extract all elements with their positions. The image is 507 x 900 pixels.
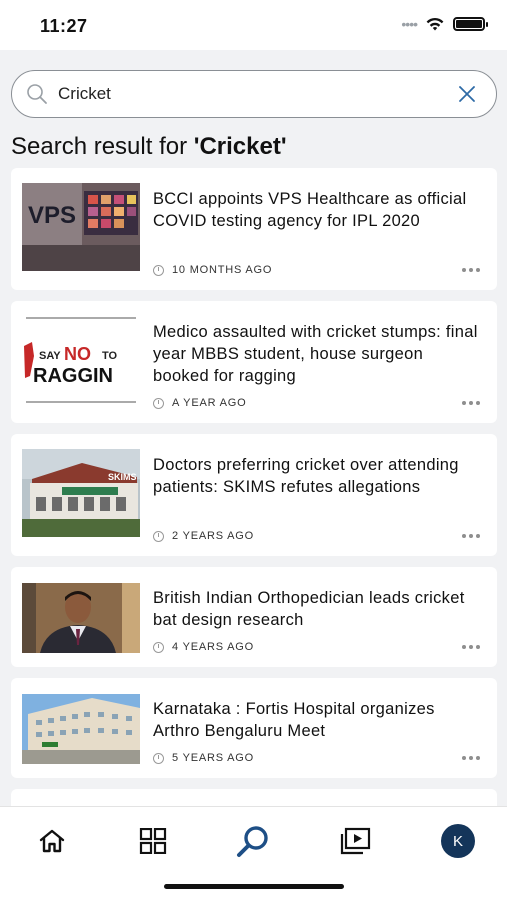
article-thumbnail [22,694,140,764]
clock-icon [153,641,164,653]
results-heading-prefix: Search result for [11,133,194,160]
article-timestamp: 5 YEARS AGO [153,752,254,764]
article-card[interactable]: SKIMS Doctors preferring cricket over at… [11,434,497,556]
more-options-icon[interactable] [462,645,480,649]
article-time-label: 2 YEARS AGO [172,530,254,542]
results-heading: Search result for 'Cricket' [11,133,287,161]
tab-search[interactable] [234,821,274,861]
article-thumbnail [22,583,140,653]
status-time: 11:27 [40,16,88,36]
tab-categories[interactable] [133,821,173,861]
search-bar [11,70,497,118]
article-time-label: 10 MONTHS AGO [172,264,273,276]
clear-search-icon[interactable] [454,81,480,107]
search-icon [237,826,268,857]
home-indicator [164,884,344,889]
battery-icon [453,17,488,31]
tab-videos[interactable] [335,821,375,861]
more-options-icon[interactable] [462,268,480,272]
thumbnail-logo-text: VPS [28,202,76,229]
status-bar: 11:27 •••• [0,0,507,50]
article-thumbnail: SKIMS [22,449,140,537]
tab-profile[interactable]: K [438,821,478,861]
home-icon [39,829,65,853]
grid-icon [139,828,167,854]
more-options-icon[interactable] [462,534,480,538]
thumbnail-text-say: SAY [39,350,61,362]
article-title[interactable]: Doctors preferring cricket over attendin… [153,454,483,498]
article-title[interactable]: BCCI appoints VPS Healthcare as official… [153,188,483,232]
clock-icon [153,264,164,276]
article-card[interactable]: British Indian Orthopedician leads crick… [11,567,497,667]
article-timestamp: 2 YEARS AGO [153,530,254,542]
article-timestamp: A YEAR AGO [153,397,246,409]
article-time-label: 5 YEARS AGO [172,752,254,764]
clock-icon [153,397,164,409]
avatar: K [441,824,475,858]
video-icon [340,827,371,855]
article-title[interactable]: Medico assaulted with cricket stumps: fi… [153,321,483,387]
article-card[interactable]: VPS BCCI appoints VPS Healthcare as offi… [11,168,497,290]
clock-icon [153,752,164,764]
more-options-icon[interactable] [462,756,480,760]
article-title[interactable]: Karnataka : Fortis Hospital organizes Ar… [153,698,483,742]
clock-icon [153,530,164,542]
thumbnail-text-no: NO [64,344,91,364]
tab-home[interactable] [32,821,72,861]
article-time-label: 4 YEARS AGO [172,641,254,653]
article-thumbnail: VPS [22,183,140,271]
thumbnail-text-to: TO [102,350,118,362]
article-time-label: A YEAR AGO [172,397,247,409]
thumbnail-text-ragging: RAGGIN [33,365,113,387]
article-thumbnail: SAY NO TO RAGGIN [22,316,140,404]
search-icon [24,81,50,107]
article-title[interactable]: British Indian Orthopedician leads crick… [153,587,483,631]
wifi-icon [426,17,444,30]
results-heading-query: 'Cricket' [193,133,287,160]
article-timestamp: 4 YEARS AGO [153,641,254,653]
status-icons: •••• [401,16,488,32]
more-options-icon[interactable] [462,401,480,405]
article-timestamp: 10 MONTHS AGO [153,264,272,276]
article-card[interactable]: SAY NO TO RAGGIN Medico assaulted with c… [11,301,497,423]
article-card[interactable]: Karnataka : Fortis Hospital organizes Ar… [11,678,497,778]
search-input[interactable] [58,84,454,104]
thumbnail-sign-text: SKIMS [108,472,137,482]
article-card[interactable] [11,789,497,807]
signal-icon: •••• [401,16,418,32]
